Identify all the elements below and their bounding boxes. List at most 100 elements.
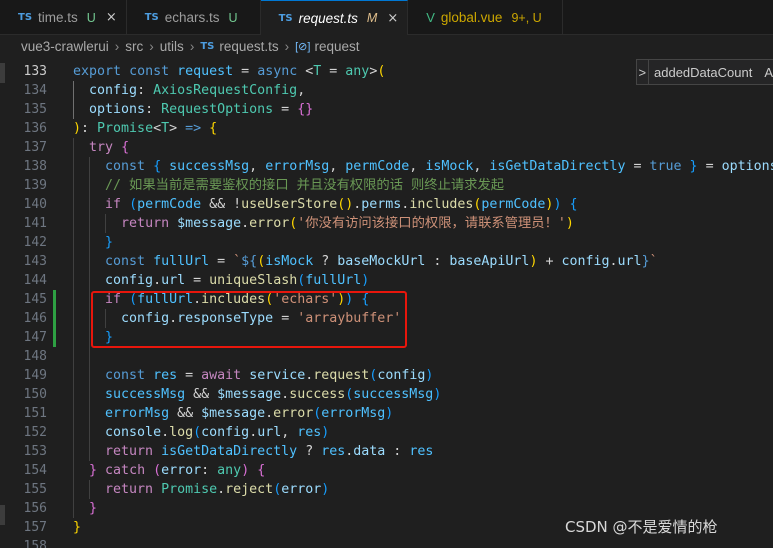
line-number: 137	[23, 140, 47, 155]
code-line[interactable]: 144 config.url = uniqueSlash(fullUrl)	[0, 271, 773, 290]
code-line[interactable]: 153 return isGetDataDirectly ? res.data …	[0, 442, 773, 461]
tab-label: echars.ts	[164, 10, 220, 25]
code-token: =>	[185, 121, 202, 136]
code-token: <	[153, 121, 162, 136]
code-token: permCode	[137, 197, 202, 212]
widget-trailing: A	[764, 64, 773, 80]
line-number: 139	[23, 178, 47, 193]
code-text: try {	[73, 138, 129, 157]
code-text: return $message.error('你没有访问该接口的权限，请联系管理…	[73, 214, 574, 233]
code-token: =	[209, 254, 234, 269]
code-line[interactable]: 141 return $message.error('你没有访问该接口的权限，请…	[0, 214, 773, 233]
code-line[interactable]: 140 if (permCode && !useUserStore().perm…	[0, 195, 773, 214]
code-token: const	[105, 254, 146, 269]
code-line[interactable]: 148	[0, 347, 773, 366]
code-line[interactable]: 150 successMsg && $message.success(succe…	[0, 385, 773, 404]
code-token: .	[161, 425, 170, 440]
code-token: useUserStore	[241, 197, 338, 212]
code-line[interactable]: 154 } catch (error: any) {	[0, 461, 773, 480]
code-token: isGetDataDirectly	[489, 159, 626, 174]
code-token: >	[169, 121, 186, 136]
typescript-file-icon: TS	[18, 12, 33, 23]
code-token: config	[201, 425, 250, 440]
code-line[interactable]: 151 errorMsg && $message.error(errorMsg)	[0, 404, 773, 423]
indent-guide	[73, 138, 74, 518]
code-token: // 如果当前是需要鉴权的接口 并且没有权限的话 则终止请求发起	[105, 178, 505, 193]
line-number: 151	[23, 406, 47, 421]
code-token: (	[257, 254, 266, 269]
code-token: return	[105, 482, 154, 497]
code-token: return	[121, 216, 170, 231]
code-token: service	[249, 368, 306, 383]
tab-echars-ts[interactable]: TS echars.ts U	[127, 0, 261, 35]
code-token: (	[377, 64, 386, 79]
tab-modifier: 9+, U	[511, 10, 542, 25]
code-token: =	[177, 368, 202, 383]
line-number: 155	[23, 482, 47, 497]
code-token: const	[129, 64, 170, 79]
code-token: request	[313, 368, 370, 383]
breadcrumb-symbol[interactable]: request	[314, 39, 359, 54]
code-line[interactable]: 142 }	[0, 233, 773, 252]
code-line[interactable]: 135 options: RequestOptions = {}	[0, 100, 773, 119]
code-token: if	[105, 197, 122, 212]
tab-request-ts[interactable]: TS request.ts M ×	[260, 0, 409, 35]
code-token: && !	[201, 197, 242, 212]
variable-symbol-icon: [⊘]	[295, 40, 311, 53]
code-token: config	[561, 254, 610, 269]
code-text: } catch (error: any) {	[73, 461, 265, 480]
code-token: res	[153, 368, 178, 383]
line-number: 150	[23, 387, 47, 402]
chevron-right-icon[interactable]: >	[637, 65, 648, 80]
breadcrumb-file[interactable]: request.ts	[219, 39, 278, 54]
code-line[interactable]: 139 // 如果当前是需要鉴权的接口 并且没有权限的话 则终止请求发起	[0, 176, 773, 195]
code-line[interactable]: 143 const fullUrl = `${(isMock ? baseMoc…	[0, 252, 773, 271]
code-token: error	[161, 463, 202, 478]
tab-time-ts[interactable]: TS time.ts U ×	[0, 0, 127, 35]
code-line[interactable]: 158	[0, 537, 773, 548]
breadcrumb-src[interactable]: src	[125, 39, 143, 54]
chevron-right-icon: ›	[114, 38, 120, 54]
code-token: error	[249, 216, 290, 231]
code-token: success	[289, 387, 346, 402]
code-token: .	[281, 387, 290, 402]
code-text: errorMsg && $message.error(errorMsg)	[73, 404, 393, 423]
code-token: res	[321, 444, 346, 459]
code-text: console.log(config.url, res)	[73, 423, 329, 442]
code-editor[interactable]: 133 export const request = async <T = any…	[0, 57, 773, 548]
code-token: perms	[361, 197, 402, 212]
code-line[interactable]: 138 const { successMsg, errorMsg, permCo…	[0, 157, 773, 176]
breadcrumb-root[interactable]: vue3-crawlerui	[21, 39, 109, 54]
code-token: .	[217, 482, 226, 497]
breadcrumb-utils[interactable]: utils	[160, 39, 184, 54]
indent-guide	[105, 214, 106, 233]
code-token: options	[721, 159, 773, 174]
line-number: 141	[23, 216, 47, 231]
code-token: }	[641, 254, 650, 269]
code-token: ()	[337, 197, 354, 212]
code-token: (	[193, 425, 202, 440]
code-token: :	[201, 463, 218, 478]
code-token: errorMsg	[265, 159, 330, 174]
line-number: 149	[23, 368, 47, 383]
code-line[interactable]: 137 try {	[0, 138, 773, 157]
code-token: ,	[329, 159, 346, 174]
code-line[interactable]: 152 console.log(config.url, res)	[0, 423, 773, 442]
code-line[interactable]: 149 const res = await service.request(co…	[0, 366, 773, 385]
close-icon[interactable]: ×	[387, 11, 398, 26]
code-token: `	[649, 254, 658, 269]
code-token: error	[281, 482, 322, 497]
sticky-scroll-widget[interactable]: > addedDataCount A	[636, 59, 773, 85]
code-token: =	[697, 159, 722, 174]
tab-global-vue[interactable]: V global.vue 9+, U	[408, 0, 563, 35]
code-line[interactable]: 155 return Promise.reject(error)	[0, 480, 773, 499]
code-line[interactable]: 136): Promise<T> => {	[0, 119, 773, 138]
close-icon[interactable]: ×	[106, 10, 117, 25]
